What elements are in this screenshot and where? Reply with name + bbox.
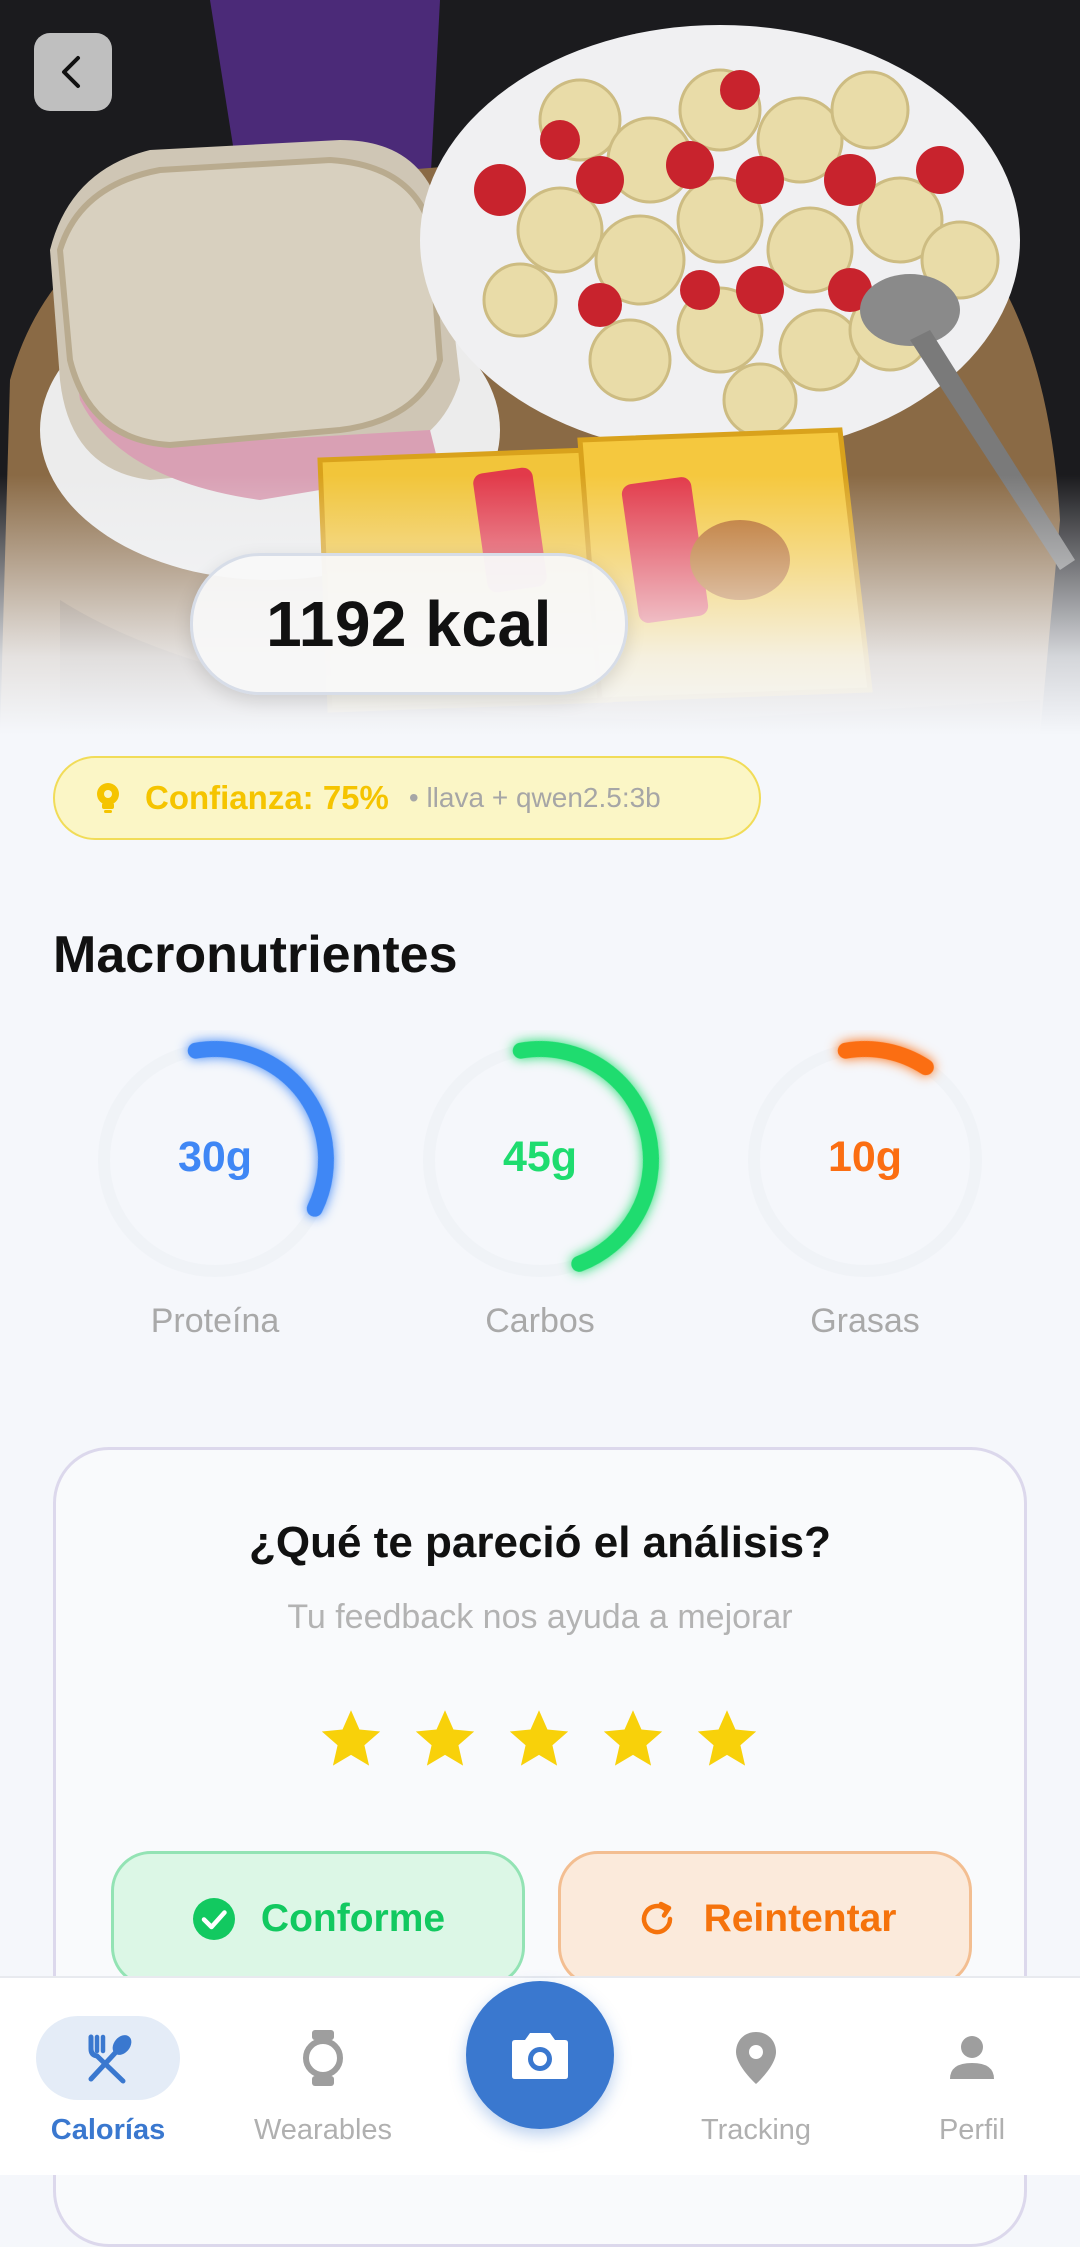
chevron-left-icon [62,56,80,88]
macro-fat: 10g Grasas [735,1030,995,1350]
macros-title: Macronutrientes [53,926,458,984]
macro-value: 45g [502,1133,578,1181]
nav-item-calorias[interactable]: Calorías [13,1978,203,2175]
retry-label: Reintentar [703,1897,897,1940]
camera-button[interactable] [466,1981,614,2129]
macro-value: 10g [827,1133,903,1181]
location-pin-icon [736,2032,776,2084]
confirm-label: Conforme [260,1897,446,1940]
refresh-icon [641,1901,672,1935]
nav-label: Tracking [700,2114,812,2146]
fork-spoon-icon [88,2034,132,2084]
model-name: • llava + qwen2.5:3b [408,782,661,813]
nav-label: Wearables [253,2114,393,2146]
macro-label: Carbos [485,1302,595,1340]
macro-label: Grasas [810,1302,920,1340]
nav-label: Perfil [938,2114,1006,2146]
feedback-subtitle: Tu feedback nos ayuda a mejorar [287,1598,793,1636]
nav-item-perfil[interactable]: Perfil [877,1978,1067,2175]
macro-label: Proteína [150,1302,280,1340]
nav-item-tracking[interactable]: Tracking [661,1978,851,2175]
confidence-badge: Confianza: 75% • llava + qwen2.5:3b [53,756,761,840]
back-button[interactable] [34,33,112,111]
nav-item-wearables[interactable]: Wearables [228,1978,418,2175]
star-icon[interactable] [598,1705,668,1775]
watch-icon [303,2030,343,2086]
confirm-button[interactable]: Conforme [111,1851,525,1987]
lightbulb-icon [97,783,119,813]
feedback-question: ¿Qué te pareció el análisis? [249,1518,831,1567]
check-circle-icon [192,1898,235,1940]
retry-button[interactable]: Reintentar [558,1851,972,1987]
star-icon[interactable] [692,1705,762,1775]
calories-total: 1192 kcal [190,553,628,695]
macro-value: 30g [177,1133,253,1181]
star-icon[interactable] [504,1705,574,1775]
macro-carbs: 45g Carbos [410,1030,670,1350]
macro-protein: 30g Proteína [85,1030,345,1350]
person-icon [950,2036,994,2079]
confidence-label: Confianza: 75% [145,779,389,816]
star-icon[interactable] [316,1705,386,1775]
star-rating[interactable] [316,1705,762,1775]
camera-icon [512,2033,568,2079]
nav-label: Calorías [50,2114,166,2146]
star-icon[interactable] [410,1705,480,1775]
